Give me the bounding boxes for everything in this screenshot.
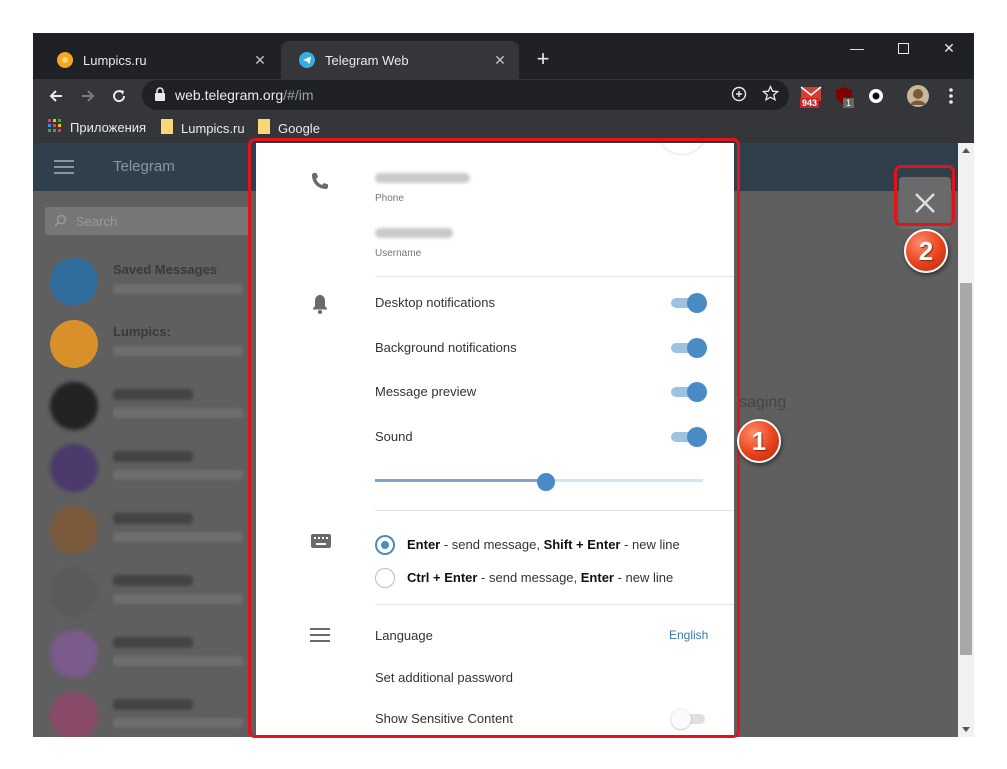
tab-label: Lumpics.ru — [83, 52, 147, 68]
chat-preview-blurred — [113, 346, 243, 356]
tab-strip: Lumpics.ru ✕ Telegram Web ✕ + — ✕ — [33, 33, 974, 79]
chat-list-item[interactable]: Saved Messages — [33, 251, 263, 313]
callout-badge-2: 2 — [904, 229, 948, 273]
chat-list-item[interactable] — [33, 623, 263, 685]
chat-name-blurred — [113, 575, 193, 586]
chat-avatar — [50, 568, 98, 616]
chat-list-item[interactable] — [33, 375, 263, 437]
ublock-badge: 1 — [843, 98, 855, 108]
chat-preview-blurred — [113, 532, 243, 542]
chat-preview-blurred — [113, 718, 243, 728]
scrollbar-thumb[interactable] — [960, 283, 972, 655]
add-icon[interactable] — [731, 86, 747, 107]
maximize-icon[interactable] — [880, 33, 926, 63]
menu-icon[interactable] — [938, 83, 964, 109]
background-text: saging — [739, 394, 787, 411]
chat-name-blurred — [113, 451, 193, 462]
mail-extension-icon[interactable]: 943 — [798, 83, 824, 109]
reload-button[interactable] — [105, 82, 133, 110]
search-icon — [54, 214, 67, 230]
ublock-extension-icon[interactable]: 1 — [831, 83, 857, 109]
bookmark-label: Lumpics.ru — [181, 120, 245, 136]
chat-avatar — [50, 630, 98, 678]
tab-label: Telegram Web — [325, 52, 409, 68]
star-icon[interactable] — [761, 84, 780, 107]
bookmark-label: Приложения — [70, 120, 147, 135]
mail-badge: 943 — [800, 98, 820, 108]
avatar[interactable] — [905, 83, 931, 109]
bookmark-folder-icon — [161, 119, 173, 137]
chat-preview-blurred — [113, 284, 243, 294]
chat-name-blurred — [113, 513, 193, 524]
scroll-up-icon[interactable] — [962, 148, 970, 153]
bookmark-label: Google — [278, 120, 320, 136]
chat-list-item[interactable] — [33, 499, 263, 561]
address-bar[interactable]: web.telegram.org/#/im — [142, 80, 789, 110]
page-scrollbar[interactable] — [958, 143, 974, 737]
chat-list-item[interactable] — [33, 561, 263, 623]
forward-button[interactable] — [74, 82, 102, 110]
new-tab-button[interactable]: + — [531, 47, 555, 71]
back-button[interactable] — [42, 82, 70, 110]
chat-avatar — [50, 506, 98, 554]
highlight-settings-box — [248, 138, 740, 738]
chat-preview-blurred — [113, 656, 243, 666]
chat-avatar — [50, 258, 98, 306]
bookmark-folder-icon — [258, 119, 270, 137]
chat-preview-blurred — [113, 408, 243, 418]
close-tab-icon[interactable]: ✕ — [251, 51, 269, 69]
chat-preview-blurred — [113, 594, 243, 604]
browser-toolbar: web.telegram.org/#/im 943 1 — [33, 79, 974, 113]
eye-extension-icon[interactable] — [863, 83, 889, 109]
telegram-favicon-icon — [299, 52, 315, 68]
chat-name: Saved Messages — [113, 262, 218, 277]
telegram-title: Telegram — [113, 158, 175, 175]
bookmark-apps[interactable]: Приложения — [48, 119, 146, 136]
chat-list-item[interactable] — [33, 685, 263, 737]
scroll-down-icon[interactable] — [962, 727, 970, 732]
tab-lumpics[interactable]: Lumpics.ru ✕ — [39, 41, 279, 79]
tab-telegram[interactable]: Telegram Web ✕ — [281, 41, 519, 79]
close-tab-icon[interactable]: ✕ — [491, 51, 509, 69]
chat-name-blurred — [113, 637, 193, 648]
chat-avatar — [50, 692, 98, 737]
chat-avatar — [50, 382, 98, 430]
chat-avatar — [50, 444, 98, 492]
bookmark-lumpics[interactable]: Lumpics.ru — [161, 119, 245, 137]
chat-preview-blurred — [113, 470, 243, 480]
url-path: /#/im — [283, 87, 314, 103]
chat-list-item[interactable] — [33, 437, 263, 499]
close-window-icon[interactable]: ✕ — [926, 33, 972, 63]
bookmark-google[interactable]: Google — [258, 119, 320, 137]
chat-list-item[interactable]: Lumpics: — [33, 313, 263, 375]
lumpics-favicon-icon — [57, 52, 73, 68]
hamburger-menu-icon[interactable] — [54, 159, 74, 180]
url-text: web.telegram.org/#/im — [175, 87, 314, 103]
highlight-close-box — [894, 165, 955, 226]
chat-name-blurred — [113, 699, 193, 710]
search-placeholder: Search — [76, 214, 118, 229]
search-input[interactable]: Search — [45, 207, 250, 235]
minimize-icon[interactable]: — — [834, 33, 880, 63]
chat-name: Lumpics: — [113, 324, 171, 339]
callout-badge-1: 1 — [737, 419, 781, 463]
apps-grid-icon — [48, 119, 62, 136]
lock-icon — [154, 87, 166, 106]
chat-name-blurred — [113, 389, 193, 400]
chat-avatar — [50, 320, 98, 368]
url-host: web.telegram.org — [175, 87, 284, 103]
